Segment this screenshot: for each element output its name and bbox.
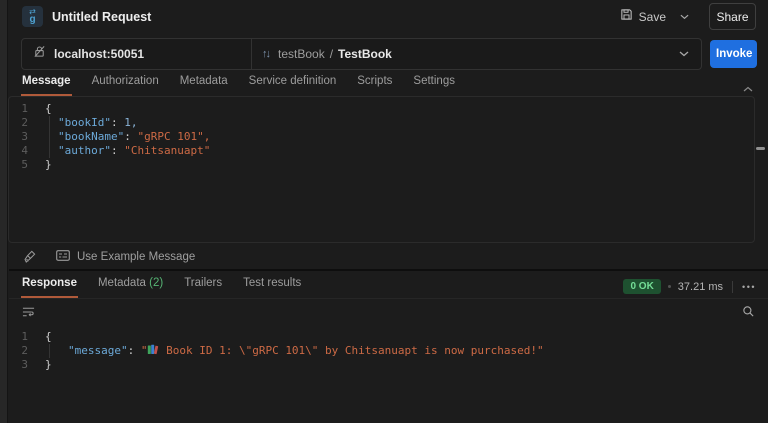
request-header: ⇄ g Untitled Request Save Share [9,0,768,33]
method-name: TestBook [338,47,392,61]
collapse-pane-chevron-up-icon[interactable] [741,82,755,96]
grpc-request-window: ⇄ g Untitled Request Save Share localhos… [0,0,768,423]
tab-response[interactable]: Response [21,273,78,298]
json-key: "bookId" [58,116,111,129]
json-key: "message" [68,344,128,357]
url-row: localhost:50051 ↑↓ testBook / TestBook I… [9,38,768,70]
response-body-viewer[interactable]: 1 { 2 "message": " Book ID 1: \"gRPC 101… [9,324,768,372]
save-icon [620,8,633,26]
tab-authorization[interactable]: Authorization [91,71,160,96]
method-chevron-down-icon[interactable] [667,51,701,57]
line-number: 2 [21,344,28,357]
share-button[interactable]: Share [709,3,756,30]
line-number: 1 [21,102,28,115]
json-close-brace: } [45,158,52,171]
pane-resize-handle[interactable] [756,147,765,150]
service-method-separator: / [329,47,334,61]
tab-trailers[interactable]: Trailers [183,273,223,298]
server-url-value: localhost:50051 [54,47,145,61]
line-number: 3 [21,130,28,143]
service-name: testBook [278,47,325,61]
save-button[interactable]: Save [620,8,666,26]
json-close-brace: } [45,358,52,371]
wrap-text-icon[interactable] [22,306,35,318]
header-actions: Save Share [620,3,756,30]
line-number: 4 [21,144,28,157]
tab-settings[interactable]: Settings [412,71,456,96]
server-url-field[interactable]: localhost:50051 [22,39,252,69]
response-toolbar [9,298,768,324]
json-key: "bookName" [58,130,125,143]
books-emoji-icon [147,344,159,357]
request-title: Untitled Request [52,9,152,24]
indent-guide [49,116,50,158]
request-tabs: Message Authorization Metadata Service d… [9,72,755,96]
indent-guide [49,344,50,358]
line-number: 2 [21,116,28,129]
tab-message[interactable]: Message [21,71,72,96]
line-number: 1 [21,330,28,343]
use-example-message-label: Use Example Message [77,250,196,263]
collapsed-sidebar-edge [0,0,8,423]
grpc-g-glyph: g [29,13,36,25]
response-section: Response Metadata (2) Trailers Test resu… [9,273,768,423]
search-icon[interactable] [742,305,755,318]
request-message-editor[interactable]: 1 { 2 "bookId": 1, 3 "bookName": "gRPC 1… [8,96,755,243]
json-string-value: Book ID 1: \"gRPC 101\" by Chitsanuapt i… [159,344,544,357]
response-meta: 0 OK 37.21 ms ••• [623,279,756,298]
response-tabs: Response Metadata (2) Trailers Test resu… [9,273,768,298]
divider [732,280,734,293]
tab-metadata[interactable]: Metadata [179,71,229,96]
json-string-value: "gRPC 101", [137,130,211,143]
response-time: 37.21 ms [677,280,724,293]
json-number-value: 1, [124,116,138,129]
tab-service-definition[interactable]: Service definition [248,71,338,96]
tab-test-results[interactable]: Test results [242,273,302,298]
json-key: "author" [58,144,111,157]
method-selector[interactable]: ↑↓ testBook / TestBook [252,39,701,69]
server-url-bar: localhost:50051 ↑↓ testBook / TestBook [21,38,702,70]
line-number: 3 [21,358,28,371]
example-message-icon [56,248,70,266]
metadata-count: (2) [149,277,164,289]
tab-response-metadata[interactable]: Metadata (2) [97,273,164,298]
bidirectional-arrows-icon: ↑↓ [262,48,271,60]
invoke-button[interactable]: Invoke [710,40,757,68]
tab-scripts[interactable]: Scripts [356,71,393,96]
message-editor-toolbar: Use Example Message [9,244,768,271]
use-example-message-button[interactable]: Use Example Message [56,248,195,266]
share-button-label: Share [716,9,749,24]
dot-separator [667,285,671,288]
insecure-lock-slash-icon [33,45,46,63]
json-open-brace: { [45,102,52,115]
json-string-value: "Chitsanuapt" [124,144,211,157]
more-options-icon[interactable]: ••• [742,282,756,292]
line-number: 5 [21,158,28,171]
save-button-label: Save [638,9,666,24]
json-open-brace: { [45,330,52,343]
save-options-chevron-down-icon[interactable] [676,10,693,24]
grpc-request-icon: ⇄ g [22,6,43,27]
beautify-button[interactable] [23,250,36,263]
status-badge: 0 OK [623,279,661,294]
